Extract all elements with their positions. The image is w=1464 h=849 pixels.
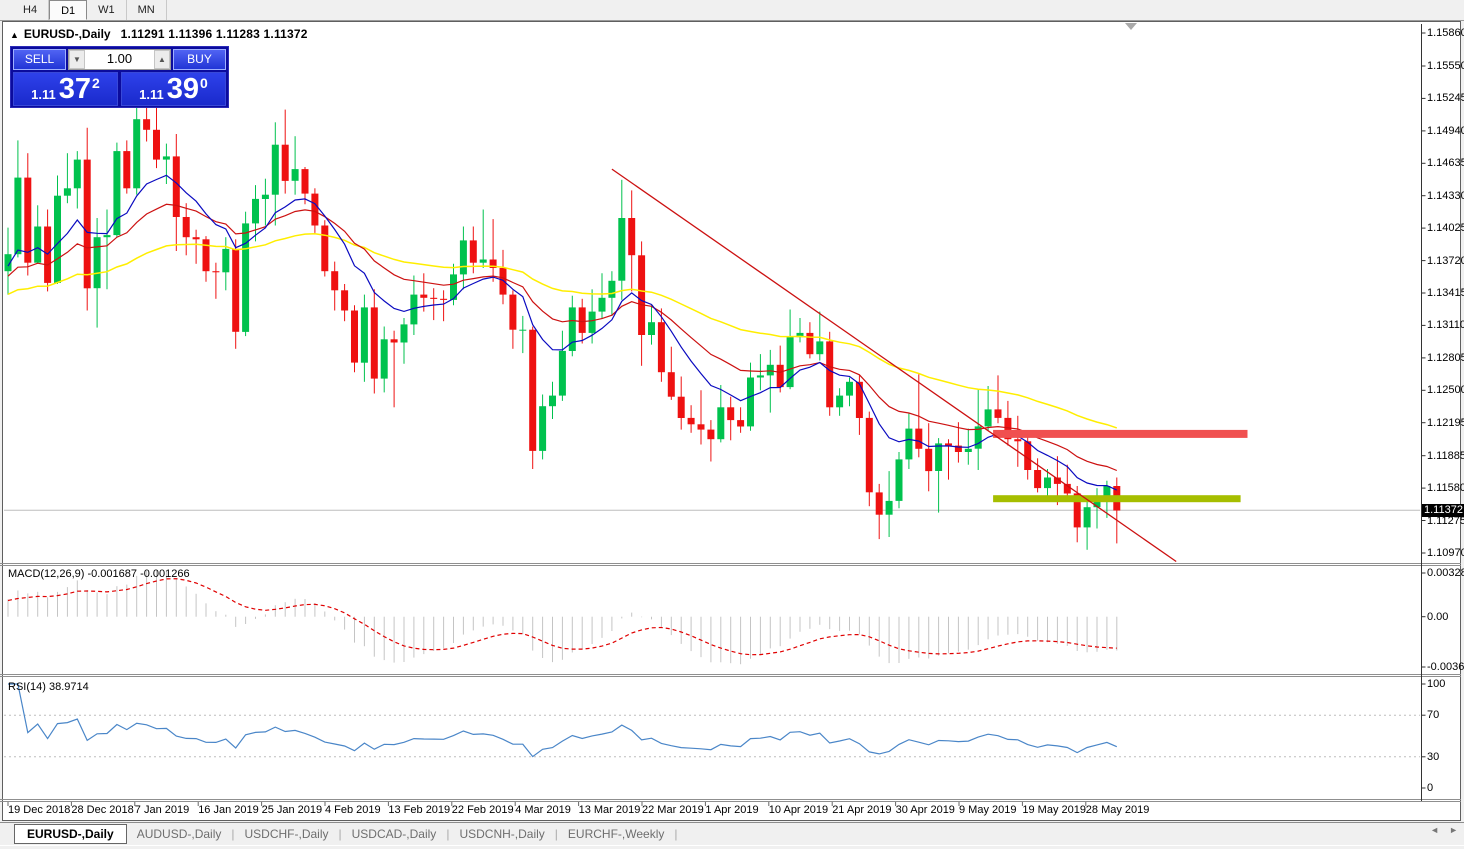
symbol-tab[interactable]: EURCHF-,Weekly — [558, 825, 674, 843]
current-price-value: 1.11372 — [1424, 504, 1463, 516]
volume-stepper: ▼ 1.00 ▲ — [68, 49, 171, 70]
tab-scroll-controls: ◄ ► — [1430, 825, 1458, 835]
pane-collapse-marker-icon[interactable] — [1125, 23, 1137, 30]
volume-increase-icon[interactable]: ▲ — [154, 50, 170, 69]
chart-symbol-header: ▲ EURUSD-,Daily 1.11291 1.11396 1.11283 1.… — [10, 27, 308, 41]
chart-canvas[interactable] — [0, 0, 1464, 849]
symbol-tab[interactable]: EURUSD-,Daily — [14, 824, 127, 844]
symbol-tab[interactable]: USDCHF-,Daily — [235, 825, 339, 843]
macd-label: MACD(12,26,9) -0.001687 -0.001266 — [8, 568, 190, 580]
timeframe-tab-d1[interactable]: D1 — [49, 0, 87, 20]
current-price-tag: 1.11372 — [1422, 504, 1464, 517]
buy-price-sup: 0 — [200, 75, 208, 91]
one-click-toggle-icon[interactable]: ▲ — [10, 30, 19, 40]
ohlc-values: 1.11291 1.11396 1.11283 1.11372 — [121, 27, 308, 41]
symbol-tab[interactable]: AUDUSD-,Daily — [127, 825, 232, 843]
one-click-trade-panel: SELL ▼ 1.00 ▲ BUY 1.11 37 2 1.11 39 0 — [10, 46, 229, 108]
sell-price-prefix: 1.11 — [31, 87, 56, 102]
tab-scroll-left-icon[interactable]: ◄ — [1430, 825, 1439, 835]
volume-decrease-icon[interactable]: ▼ — [69, 50, 85, 69]
buy-price-display[interactable]: 1.11 39 0 — [121, 72, 226, 106]
candles-layer — [5, 101, 1121, 550]
sell-price-sup: 2 — [92, 75, 100, 91]
macd-histogram — [8, 571, 1117, 665]
tab-scroll-right-icon[interactable]: ► — [1449, 825, 1458, 835]
buy-price-big: 39 — [167, 76, 199, 102]
symbol-title: EURUSD-,Daily — [24, 27, 111, 41]
support-band — [993, 495, 1241, 502]
sell-price-display[interactable]: 1.11 37 2 — [13, 72, 118, 106]
timeframe-tab-w1[interactable]: W1 — [87, 0, 127, 20]
status-strip — [0, 845, 1464, 849]
symbol-tab[interactable]: USDCNH-,Daily — [449, 825, 554, 843]
timeframe-tab-mn[interactable]: MN — [127, 0, 167, 20]
sell-button[interactable]: SELL — [13, 49, 66, 70]
symbol-tabbar: EURUSD-,DailyAUDUSD-,Daily | USDCHF-,Daily… — [0, 822, 1464, 845]
volume-input[interactable]: 1.00 — [85, 50, 154, 69]
buy-button[interactable]: BUY — [173, 49, 226, 70]
resistance-band — [993, 430, 1247, 438]
buy-price-prefix: 1.11 — [139, 87, 164, 102]
timeframe-tab-h4[interactable]: H4 — [12, 0, 49, 20]
terminal-window: H4D1W1MN ▲ EURUSD-,Daily 1.11291 1.11396 1… — [0, 0, 1464, 849]
symbol-tab[interactable]: USDCAD-,Daily — [342, 825, 447, 843]
timeframe-tabbar: H4D1W1MN — [0, 0, 1464, 21]
sell-price-big: 37 — [59, 76, 91, 102]
tab-separator: | — [674, 827, 677, 841]
rsi-label: RSI(14) 38.9714 — [8, 681, 89, 693]
